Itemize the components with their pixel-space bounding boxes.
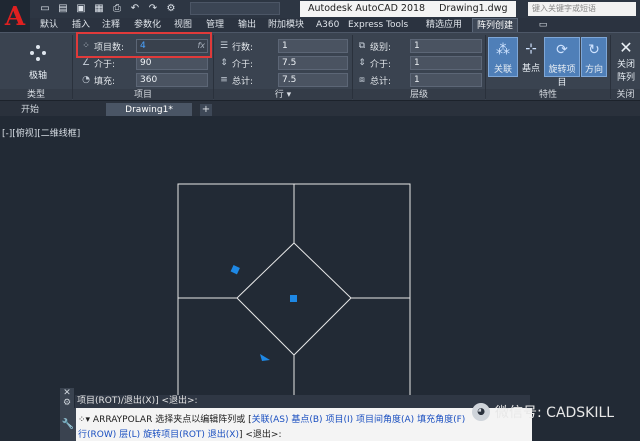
rows-between-row: ⇕ 介于: [218, 56, 253, 70]
levels-total-input[interactable]: 1 [410, 73, 482, 87]
quick-access-toolbar: ▭ ▤ ▣ ▦ ⎙ ↶ ↷ ⚙ [38, 2, 178, 16]
drawing-canvas[interactable]: [-][俯视][二维线框] [0, 116, 640, 441]
document-name: Drawing1.dwg [439, 3, 508, 14]
command-history: 项目(ROT)/退出(X)] <退出>: [75, 395, 530, 408]
rows-between-input[interactable]: 7.5 [278, 56, 348, 70]
levels-count-input[interactable]: 1 [410, 39, 482, 53]
command-prompt-line-2: 行(ROW) 层(L) 旋转项目(ROT) 退出(X)] <退出>: [78, 430, 282, 440]
center-grip [290, 295, 297, 302]
rows-icon: ☰ [219, 41, 229, 51]
wrench-icon[interactable]: 🔧 [60, 408, 76, 441]
fill-angle-input[interactable]: 360 [136, 73, 208, 87]
levels-total-row: ⧈ 总计: [356, 73, 391, 87]
tab-annotate[interactable]: 注释 [102, 18, 120, 32]
level-spacing-icon: ⇕ [358, 58, 366, 68]
direction-button[interactable]: ↻ 方向 [581, 37, 607, 77]
title-bar: ▭ ▤ ▣ ▦ ⎙ ↶ ↷ ⚙ Autodesk AutoCAD 2018 Dr… [0, 0, 640, 18]
tab-parametric[interactable]: 参数化 [134, 18, 161, 32]
command-prompt-icon: ⁘▾ [78, 415, 93, 425]
option-levels[interactable]: 层(L) [119, 430, 140, 440]
row-spacing-icon: ⇕ [220, 58, 228, 68]
option-exit[interactable]: 退出(X) [208, 430, 239, 440]
command-line[interactable]: 🔧 ⁘▾ ARRAYPOLAR 选择夹点以编辑阵列或 [关联(AS) 基点(B)… [60, 408, 532, 441]
save-as-icon[interactable]: ▦ [92, 2, 106, 16]
open-folder-icon[interactable]: ▤ [56, 2, 70, 16]
angle-between-icon: ∠ [81, 58, 91, 68]
option-angle-between[interactable]: 项目间角度(A) [356, 415, 414, 425]
base-point-button[interactable]: ⊹ 基点 [516, 37, 546, 77]
levels-between-row: ⇕ 介于: [356, 56, 391, 70]
wechat-icon: ◕ [472, 403, 490, 421]
tab-a360[interactable]: A360 [316, 18, 339, 32]
base-point-icon: ⊹ [525, 41, 537, 57]
rotation-grip [230, 265, 240, 275]
undo-icon[interactable]: ↶ [128, 2, 142, 16]
ribbon-toggle-icon[interactable]: ▭ [536, 18, 550, 32]
levels-count-row: ⧉ 级别: [356, 39, 391, 53]
rotate-items-button[interactable]: ⟳ 旋转项目 [544, 37, 580, 88]
print-icon[interactable]: ⎙ [110, 2, 124, 16]
file-tab-start[interactable]: 开始 [10, 103, 50, 117]
levels-total-icon: ⧈ [359, 75, 365, 85]
new-tab-plus-icon[interactable]: + [200, 104, 212, 116]
tab-array-creation[interactable]: 阵列创建 [472, 18, 519, 32]
tab-addins[interactable]: 附加模块 [268, 18, 304, 32]
workspace-gear-icon[interactable]: ⚙ [164, 2, 178, 16]
levels-icon: ⧉ [358, 41, 366, 51]
application-menu-button[interactable]: A [0, 0, 30, 36]
items-fill-row: ◔ 填充: [80, 73, 115, 87]
tab-featured-apps[interactable]: 精选应用 [426, 18, 462, 32]
option-fill-angle[interactable]: 填充角度(F) [417, 415, 465, 425]
items-grip [260, 354, 270, 361]
file-tab-drawing1[interactable]: Drawing1* [106, 103, 192, 117]
workspace-dropdown[interactable] [190, 2, 280, 15]
associative-button[interactable]: ⁂ 关联 [488, 37, 518, 77]
redo-icon[interactable]: ↷ [146, 2, 160, 16]
close-icon: ✕ [619, 38, 633, 57]
watermark: ◕ 微信号: CADSKILL [472, 402, 614, 422]
direction-icon: ↻ [588, 42, 600, 58]
item-count-highlight [76, 32, 212, 58]
polar-array-icon [30, 45, 46, 61]
option-items[interactable]: 项目(I) [325, 415, 353, 425]
rows-count-row: ☰ 行数: [219, 41, 254, 53]
close-array-button[interactable]: ✕ 关闭 阵列 [612, 38, 640, 84]
tab-default[interactable]: 默认 [40, 18, 58, 32]
command-prompt-line-1: ⁘▾ ARRAYPOLAR 选择夹点以编辑阵列或 [关联(AS) 基点(B) 项… [78, 415, 466, 425]
drawing-geometry [177, 183, 411, 397]
tab-manage[interactable]: 管理 [206, 18, 224, 32]
app-name: Autodesk AutoCAD 2018 [308, 3, 426, 14]
rows-total-row: ≡ 总计: [218, 73, 253, 87]
option-rows[interactable]: 行(ROW) [78, 430, 116, 440]
help-search-input[interactable]: 键入关键字或短语 [528, 2, 636, 16]
item-angle-between-input[interactable]: 90 [136, 56, 208, 70]
tab-express-tools[interactable]: Express Tools [348, 18, 408, 32]
window-title: Autodesk AutoCAD 2018 Drawing1.dwg [300, 1, 516, 17]
save-icon[interactable]: ▣ [74, 2, 88, 16]
levels-between-input[interactable]: 1 [410, 56, 482, 70]
rows-total-input[interactable]: 7.5 [278, 73, 348, 87]
rotate-items-icon: ⟳ [556, 42, 568, 58]
polar-type-button[interactable]: 极轴 [18, 43, 58, 81]
fill-angle-icon: ◔ [82, 75, 90, 85]
file-tab-bar: 开始 Drawing1* + [0, 100, 640, 117]
associative-icon: ⁂ [496, 42, 510, 58]
option-rotate-items[interactable]: 旋转项目(ROT) [143, 430, 205, 440]
tab-insert[interactable]: 插入 [72, 18, 90, 32]
tab-view[interactable]: 视图 [174, 18, 192, 32]
items-between-row: ∠ 介于: [81, 58, 116, 70]
rows-count-input[interactable]: 1 [278, 39, 348, 53]
ribbon-tab-bar: 默认 插入 注释 参数化 视图 管理 输出 附加模块 A360 Express … [30, 18, 640, 32]
polar-type-label: 极轴 [28, 71, 47, 81]
tab-output[interactable]: 输出 [238, 18, 256, 32]
new-file-icon[interactable]: ▭ [38, 2, 52, 16]
command-line-icons: 🔧 [60, 408, 76, 441]
rows-total-icon: ≡ [220, 75, 228, 85]
command-line-close-icon[interactable]: ✕ ⚙ [60, 388, 74, 408]
option-associative[interactable]: 关联(AS) [252, 415, 289, 425]
option-base-point[interactable]: 基点(B) [291, 415, 322, 425]
